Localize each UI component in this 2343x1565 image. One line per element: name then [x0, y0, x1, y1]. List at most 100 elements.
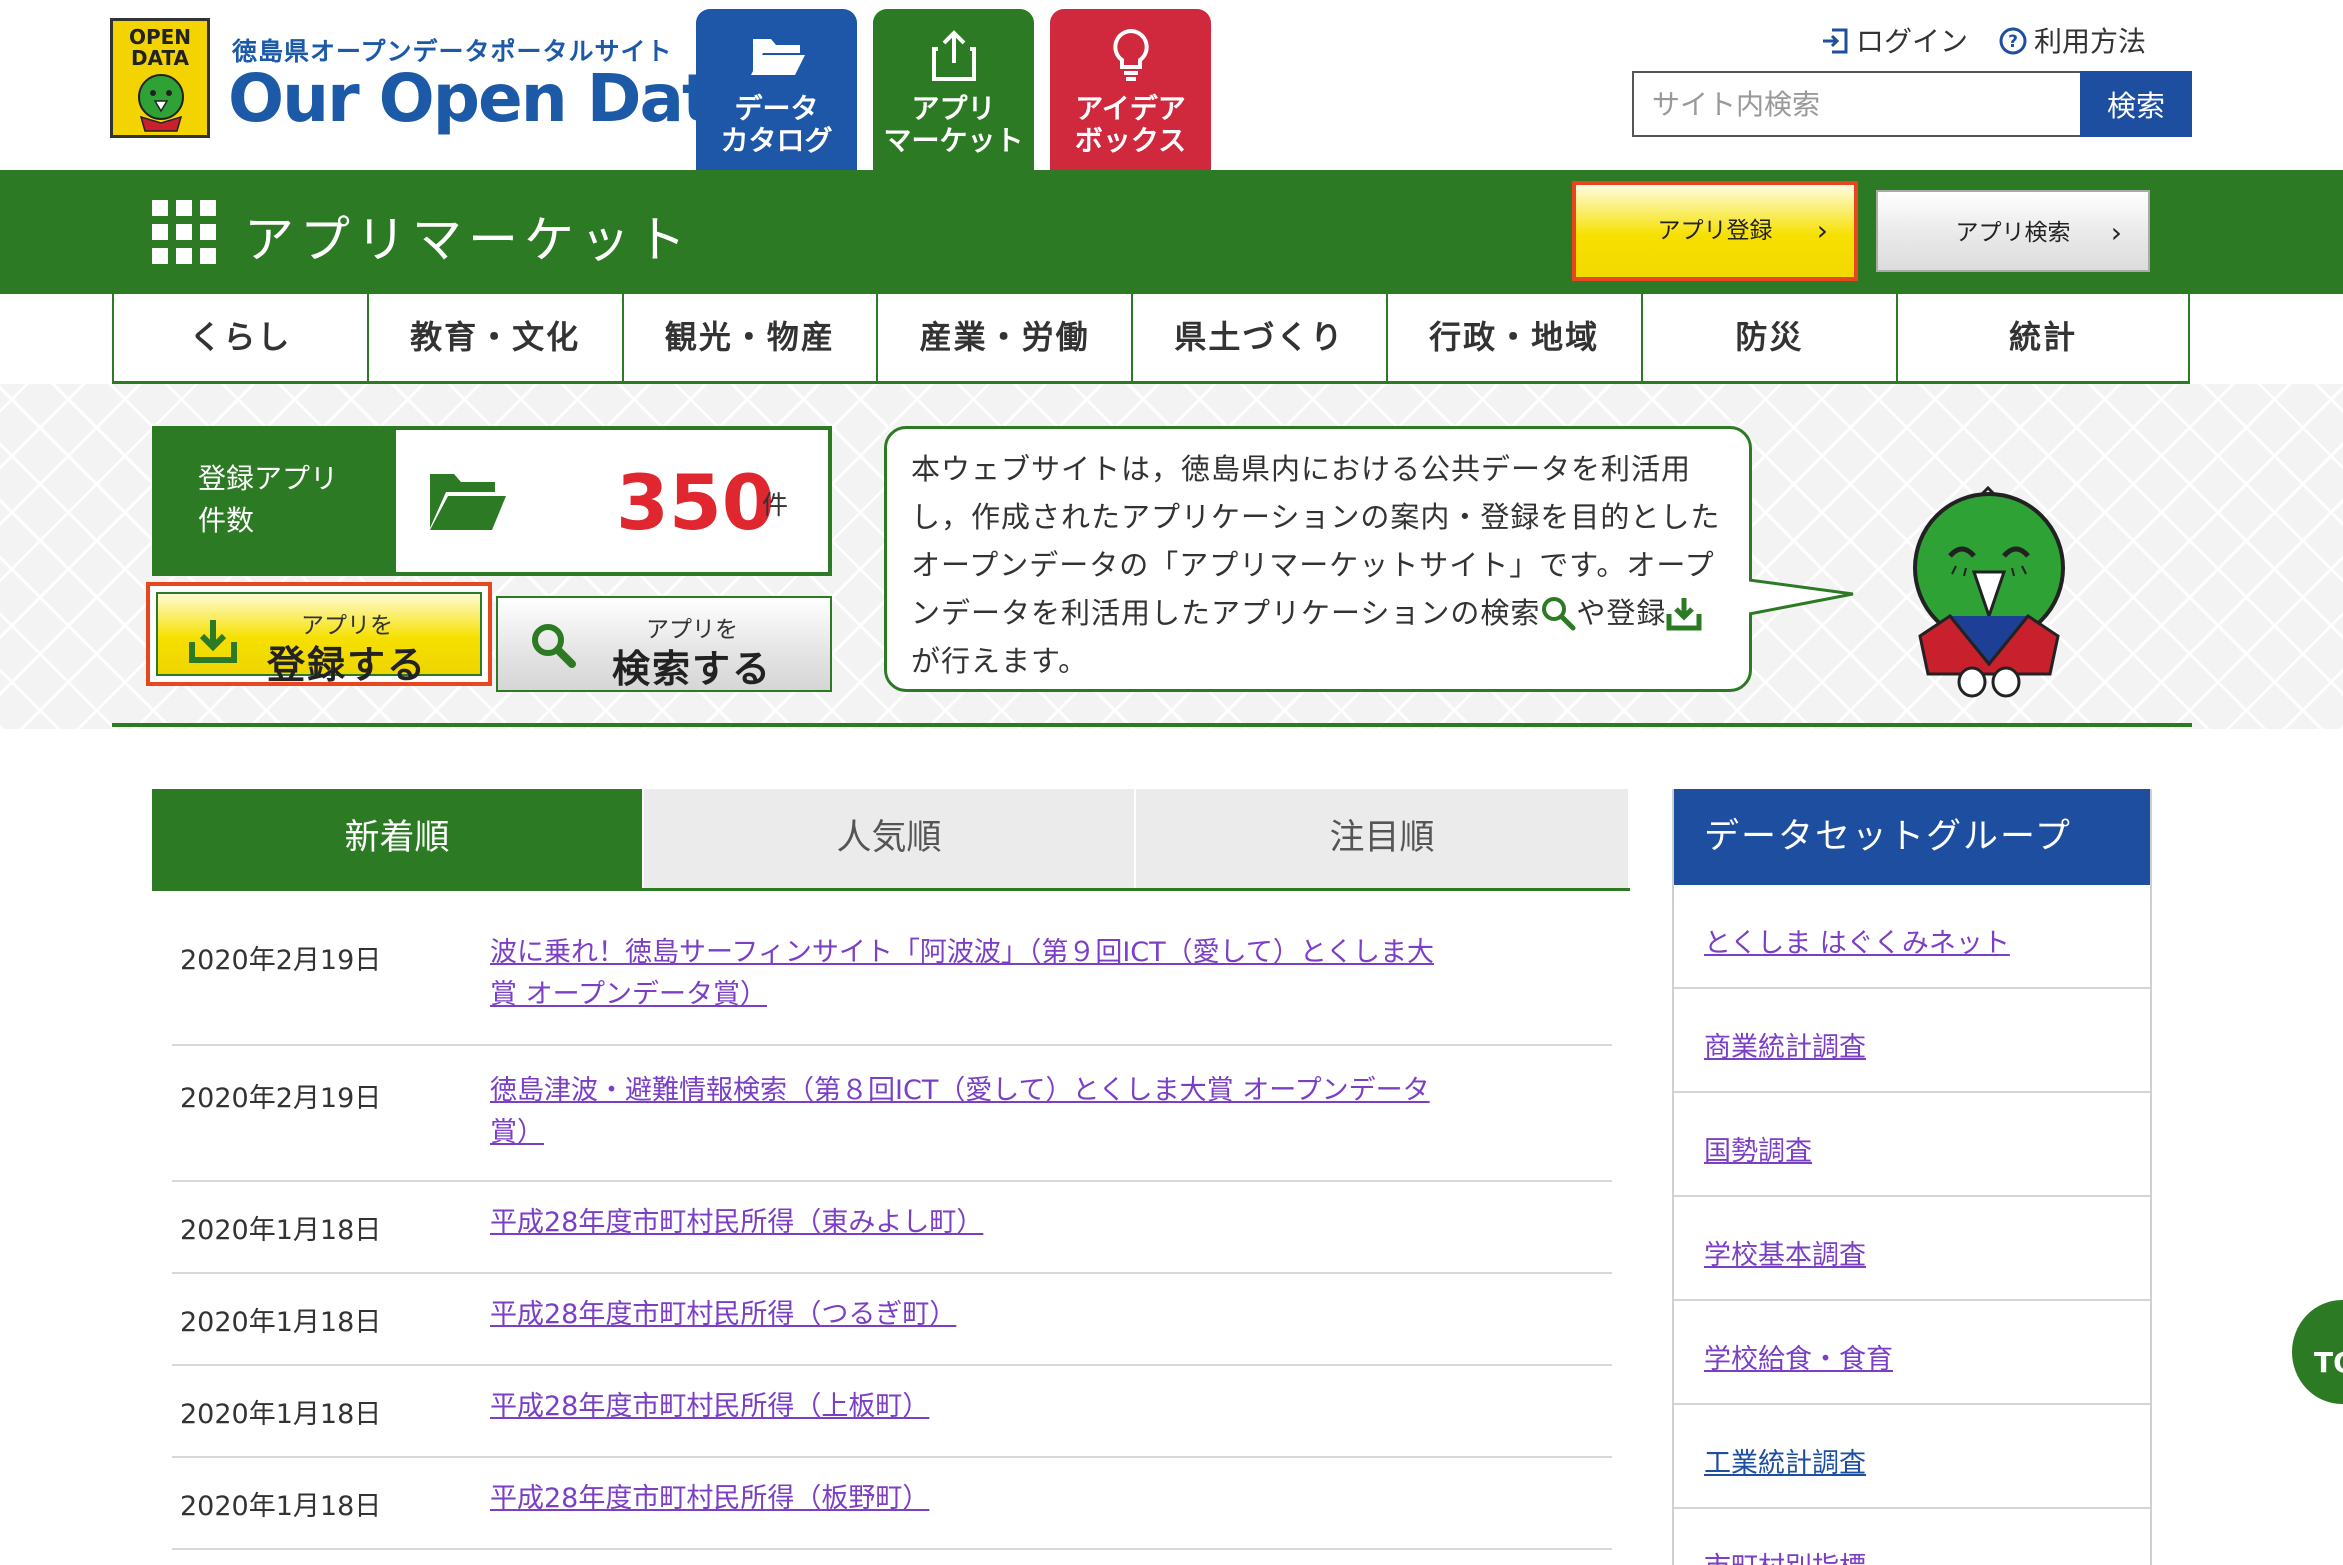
folder-open-icon: [750, 39, 805, 75]
howto-label: 利用方法: [2034, 25, 2147, 58]
app-count-label: 登録アプリ 件数: [156, 430, 396, 572]
sidebar-link[interactable]: 市町村別指標: [1704, 1552, 1866, 1565]
news-date: 2020年1月18日: [180, 1307, 382, 1338]
sidebar-item: 商業統計調査: [1674, 989, 2150, 1093]
download-tray-icon: [1666, 598, 1702, 631]
tab-featured[interactable]: 注目順: [1136, 789, 1628, 888]
site-search: 検索: [1632, 71, 2192, 137]
search-app-big: 検索する: [611, 647, 772, 691]
news-link[interactable]: 平成28年度市町村民所得（東みよし町）: [490, 1202, 1450, 1244]
section-header: アプリマーケット アプリ登録 › アプリ検索 ›: [0, 170, 2343, 294]
category-industry[interactable]: 産業・労働: [878, 294, 1133, 381]
list-item: 2020年1月18日 平成28年度市町村民所得（東みよし町）: [172, 1182, 1612, 1274]
dataset-group-sidebar: データセットグループ とくしま はぐくみネット 商業統計調査 国勢調査 学校基本…: [1672, 789, 2152, 1565]
sidebar-item: 学校基本調査: [1674, 1197, 2150, 1301]
login-label: ログイン: [1856, 25, 1969, 58]
category-kurashi[interactable]: くらし: [114, 294, 369, 381]
back-to-top-button[interactable]: TO: [2292, 1300, 2343, 1404]
intro-text-part3: が行えます。: [911, 644, 1089, 678]
site-logo[interactable]: OPEN DATA 徳島県オープンデータポータルサイト Our Open Dat…: [110, 18, 756, 148]
category-disaster[interactable]: 防災: [1643, 294, 1899, 381]
help-icon: ?: [1999, 27, 2027, 55]
bubble-tail: [1749, 578, 1854, 616]
intro-text-part2: や登録: [1576, 596, 1667, 630]
sidebar-item: 学校給食・食育: [1674, 1301, 2150, 1405]
news-link[interactable]: 平成28年度市町村民所得（板野町）: [490, 1478, 1450, 1520]
intro-speech-bubble: 本ウェブサイトは，徳島県内における公共データを利活用し，作成されたアプリケーショ…: [884, 426, 1752, 692]
tab-newest[interactable]: 新着順: [152, 789, 644, 888]
news-date: 2020年1月18日: [180, 1215, 382, 1246]
app-search-label: アプリ検索: [1955, 220, 2071, 246]
list-item: 2020年2月19日 徳島津波・避難情報検索（第８回ICT（愛して）とくしま大賞…: [172, 1046, 1612, 1182]
news-date: 2020年1月18日: [180, 1491, 382, 1522]
section-title: アプリマーケット: [244, 211, 692, 269]
category-statistics[interactable]: 統計: [1898, 294, 2190, 381]
tab-idea-box[interactable]: アイデア ボックス: [1050, 9, 1211, 170]
category-land[interactable]: 県土づくり: [1133, 294, 1388, 381]
list-item: 2020年1月18日 平成28年度市町村民所得（つるぎ町）: [172, 1274, 1612, 1366]
app-count-unit: 件: [762, 491, 789, 521]
category-education[interactable]: 教育・文化: [369, 294, 624, 381]
category-administration[interactable]: 行政・地域: [1388, 294, 1643, 381]
app-register-label: アプリ登録: [1657, 218, 1773, 244]
grid-icon: [152, 200, 216, 264]
tab-app-market[interactable]: アプリ マーケット: [873, 9, 1034, 170]
app-search-button[interactable]: アプリ検索 ›: [1876, 190, 2150, 272]
sidebar-link[interactable]: 国勢調査: [1704, 1136, 1812, 1167]
search-button[interactable]: 検索: [2080, 71, 2192, 137]
app-count-box: 登録アプリ 件数 350 件: [152, 426, 832, 576]
intro-text: 本ウェブサイトは，徳島県内における公共データを利活用し，作成されたアプリケーショ…: [911, 445, 1725, 685]
sidebar-link[interactable]: 工業統計調査: [1704, 1448, 1866, 1479]
badge-text: OPEN DATA: [128, 25, 192, 70]
news-link[interactable]: 波に乗れ！徳島サーフィンサイト「阿波波」（第９回ICT（愛して）とくしま大賞 オ…: [490, 932, 1450, 1016]
news-date: 2020年2月19日: [180, 945, 382, 976]
news-link[interactable]: 平成28年度市町村民所得（つるぎ町）: [490, 1294, 1450, 1336]
news-link[interactable]: 平成28年度市町村民所得（上板町）: [490, 1386, 1450, 1428]
register-app-big: 登録する: [266, 643, 427, 687]
list-item: 2020年1月18日 平成28年度市町村民所得（板野町）: [172, 1458, 1612, 1550]
app-count-value: 350: [616, 458, 775, 547]
sidebar-item: 工業統計調査: [1674, 1405, 2150, 1509]
tab-label: アプリ マーケット: [883, 92, 1024, 157]
list-item: 2020年2月19日 波に乗れ！徳島サーフィンサイト「阿波波」（第９回ICT（愛…: [172, 896, 1612, 1046]
login-icon: [1823, 28, 1848, 54]
tab-data-catalog[interactable]: データ カタログ: [696, 9, 857, 170]
open-data-badge: OPEN DATA: [110, 18, 210, 138]
sidebar-item: 市町村別指標: [1674, 1509, 2150, 1565]
hero-divider: [112, 723, 2192, 727]
howto-link[interactable]: ? 利用方法: [1998, 20, 2146, 60]
sidebar-item: とくしま はぐくみネット: [1674, 885, 2150, 989]
tab-label: データ カタログ: [720, 92, 833, 157]
sort-tabs: 新着順 人気順 注目順: [152, 789, 1630, 891]
sidebar-link[interactable]: 学校給食・食育: [1704, 1344, 1893, 1375]
search-input[interactable]: [1632, 71, 2080, 137]
category-tourism[interactable]: 観光・物産: [624, 294, 879, 381]
news-date: 2020年1月18日: [180, 1399, 382, 1430]
chevron-right-icon: ›: [2110, 216, 2122, 249]
sidebar-title: データセットグループ: [1674, 789, 2150, 885]
lightbulb-icon: [1112, 28, 1149, 81]
site-header: OPEN DATA 徳島県オープンデータポータルサイト Our Open Dat…: [0, 0, 2343, 170]
sidebar-item: 国勢調査: [1674, 1093, 2150, 1197]
sidebar-link[interactable]: とくしま はぐくみネット: [1704, 928, 2010, 959]
search-app-button[interactable]: アプリを 検索する: [496, 596, 832, 692]
sidebar-link[interactable]: 学校基本調査: [1704, 1240, 1866, 1271]
login-link[interactable]: ログイン: [1820, 20, 1968, 60]
news-date: 2020年2月19日: [180, 1083, 382, 1114]
chevron-right-icon: ›: [1816, 214, 1828, 247]
share-upload-icon: [931, 30, 976, 81]
logo-title: Our Open Data: [228, 60, 756, 137]
category-nav: くらし 教育・文化 観光・物産 産業・労働 県土づくり 行政・地域 防災 統計: [112, 294, 2190, 384]
sidebar-link[interactable]: 商業統計調査: [1704, 1032, 1866, 1063]
tab-popular[interactable]: 人気順: [644, 789, 1136, 888]
list-item: 2020年1月18日 平成28年度市町村民所得（上板町）: [172, 1366, 1612, 1458]
news-link[interactable]: 徳島津波・避難情報検索（第８回ICT（愛して）とくしま大賞 オープンデータ賞）: [490, 1070, 1450, 1154]
svg-text:?: ?: [2008, 32, 2018, 52]
register-app-button-face: アプリを 登録する: [156, 592, 482, 687]
news-list: 2020年2月19日 波に乗れ！徳島サーフィンサイト「阿波波」（第９回ICT（愛…: [172, 896, 1612, 1550]
tab-label: アイデア ボックス: [1074, 92, 1187, 157]
sudachi-mascot: [1913, 486, 2065, 698]
app-register-button[interactable]: アプリ登録 ›: [1572, 181, 1858, 281]
mascot-icon: [138, 74, 184, 132]
register-app-button[interactable]: アプリを 登録する: [146, 582, 492, 687]
